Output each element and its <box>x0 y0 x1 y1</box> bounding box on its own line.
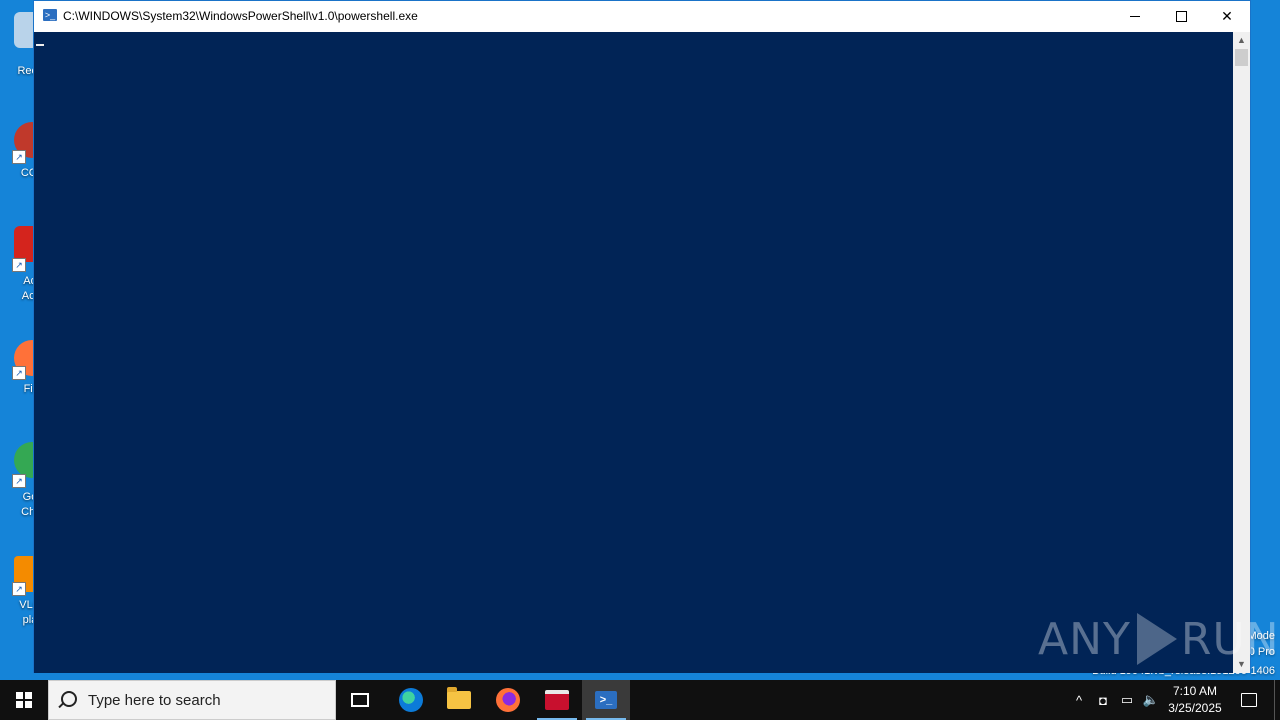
meet-now-icon: ◘ <box>1099 692 1107 708</box>
start-button[interactable] <box>0 680 48 720</box>
vertical-scrollbar[interactable]: ▲ ▼ <box>1233 32 1250 673</box>
scrollbar-thumb[interactable] <box>1235 49 1248 66</box>
text-cursor <box>36 44 44 46</box>
clock-date: 3/25/2025 <box>1168 701 1222 715</box>
shortcut-arrow-icon: ↗ <box>12 150 26 164</box>
taskbar-app-powershell[interactable]: >_ <box>582 680 630 720</box>
shortcut-arrow-icon: ↗ <box>12 366 26 380</box>
scroll-up-icon[interactable]: ▲ <box>1233 32 1250 49</box>
window-title: C:\WINDOWS\System32\WindowsPowerShell\v1… <box>63 9 418 23</box>
taskbar-app-edge[interactable] <box>387 680 435 720</box>
shortcut-arrow-icon: ↗ <box>12 582 26 596</box>
search-placeholder: Type here to search <box>88 692 221 709</box>
maximize-button[interactable] <box>1158 1 1204 32</box>
powershell-window[interactable]: >_ C:\WINDOWS\System32\WindowsPowerShell… <box>33 0 1251 673</box>
search-icon <box>61 691 77 707</box>
volume-icon: 🔈 <box>1142 692 1160 707</box>
maximize-icon <box>1175 11 1187 22</box>
close-button[interactable]: ✕ <box>1204 1 1250 32</box>
shortcut-arrow-icon: ↗ <box>12 474 26 488</box>
taskbar-app-firefox[interactable] <box>484 680 532 720</box>
show-desktop-button[interactable] <box>1274 680 1275 720</box>
red-app-icon <box>545 690 569 710</box>
file-explorer-icon <box>447 687 471 709</box>
minimize-button[interactable] <box>1112 1 1158 32</box>
console-area[interactable] <box>34 32 1235 673</box>
volume-button[interactable]: 🔈 <box>1140 680 1162 720</box>
anyrun-watermark: ANY RUN <box>1038 606 1280 672</box>
network-button[interactable]: ▭ <box>1116 680 1138 720</box>
close-icon: ✕ <box>1221 8 1233 24</box>
powershell-icon: >_ <box>595 691 617 709</box>
task-view-icon <box>351 693 369 707</box>
notification-icon <box>1241 693 1257 707</box>
windows-logo-icon <box>16 692 32 708</box>
network-icon: ▭ <box>1120 692 1134 707</box>
clock-time: 7:10 AM <box>1172 684 1218 698</box>
powershell-icon: >_ <box>43 9 57 21</box>
action-center-button[interactable] <box>1234 680 1264 720</box>
firefox-icon <box>496 688 520 712</box>
taskbar-app-red[interactable] <box>533 680 581 720</box>
meet-now-button[interactable]: ◘ <box>1092 680 1114 720</box>
taskbar-app-file-explorer[interactable] <box>435 680 483 720</box>
taskbar-search-box[interactable]: Type here to search <box>48 680 336 720</box>
taskbar: Type here to search >_ ^ ◘ ▭ 🔈 7:10 AM 3… <box>0 680 1280 720</box>
anyrun-right-text: RUN <box>1180 613 1280 665</box>
chevron-up-icon: ^ <box>1075 692 1083 708</box>
window-titlebar[interactable]: >_ C:\WINDOWS\System32\WindowsPowerShell… <box>34 1 1250 32</box>
minimize-icon <box>1130 16 1140 17</box>
show-hidden-icons-button[interactable]: ^ <box>1068 680 1090 720</box>
shortcut-arrow-icon: ↗ <box>12 258 26 272</box>
clock[interactable]: 7:10 AM 3/25/2025 <box>1160 680 1230 720</box>
task-view-button[interactable] <box>336 680 384 720</box>
anyrun-left-text: ANY <box>1038 613 1131 665</box>
edge-icon <box>399 688 423 712</box>
play-icon <box>1136 613 1177 665</box>
